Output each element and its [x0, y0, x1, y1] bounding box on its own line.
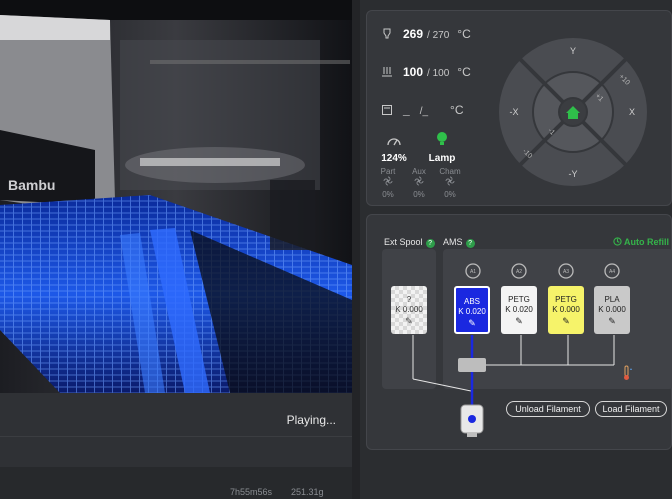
bed-temp-current: 100 [403, 65, 424, 79]
jog-y-plus[interactable]: Y [570, 46, 576, 56]
panel-divider [352, 0, 360, 499]
fan-icon [414, 176, 424, 186]
chamber-fan-label: Cham [439, 167, 461, 176]
nozzle-icon [383, 28, 391, 39]
speedometer-icon [387, 138, 401, 146]
jog-pad: Y -Y -X X +10 +1 -1 -10 [499, 38, 647, 186]
aux-fan[interactable]: Aux 0% [404, 167, 434, 199]
chamber-temp-target[interactable]: /_ [420, 106, 428, 117]
aux-fan-value: 0% [413, 190, 425, 199]
ams-hub [458, 358, 486, 372]
unload-filament-button[interactable]: Unload Filament [506, 401, 590, 417]
fan-icon [383, 176, 393, 186]
lamp-toggle[interactable]: Lamp [427, 131, 457, 164]
control-panel: 269 / 270 °C 100 / 100 °C _ /_ °C 124% L… [360, 0, 672, 499]
part-fan-label: Part [380, 167, 396, 176]
lamp-label: Lamp [428, 153, 456, 164]
print-speed-value: 124% [381, 153, 407, 164]
ams-panel: Ext Spool? AMS? Auto Refill ? K 0.000 ✎ … [366, 214, 672, 450]
aux-fan-label: Aux [412, 167, 426, 176]
temperature-motion-panel: 269 / 270 °C 100 / 100 °C _ /_ °C 124% L… [366, 10, 672, 206]
lamp-icon [437, 132, 447, 145]
bed-temp-row[interactable]: 100 / 100 °C [381, 65, 471, 79]
bed-temp-target[interactable]: / 100 [427, 68, 449, 79]
nozzle-temp-row[interactable]: 269 / 270 °C [381, 27, 471, 41]
svg-text:Bambu: Bambu [8, 177, 55, 193]
fan-icon [445, 176, 455, 186]
remaining-time: 7h55m56s [230, 487, 273, 497]
video-status-bar: Playing... [0, 393, 352, 437]
chamber-fan[interactable]: Cham 0% [435, 167, 465, 199]
nozzle-temp-target[interactable]: / 270 [427, 30, 449, 41]
load-filament-button[interactable]: Load Filament [595, 401, 667, 417]
nozzle-temp-current: 269 [403, 27, 424, 41]
jog-y-minus[interactable]: -Y [569, 169, 578, 179]
jog-x-plus[interactable]: X [629, 107, 635, 117]
printer-monitor: Bambu Playing... 7h55m56s 251.31g 269 / … [0, 0, 672, 499]
part-fan[interactable]: Part 0% [373, 167, 403, 199]
chamber-temp-row[interactable]: _ /_ °C [381, 103, 464, 117]
chamber-fan-value: 0% [444, 190, 456, 199]
part-fan-value: 0% [382, 190, 394, 199]
jog-x-minus[interactable]: -X [510, 107, 519, 117]
print-speed[interactable]: 124% [379, 133, 409, 164]
filament-weight: 251.31g [291, 487, 324, 497]
camera-frame: Bambu [0, 0, 352, 393]
chamber-icon [382, 105, 392, 115]
bed-temp-unit: °C [457, 65, 471, 79]
heatbed-icon [382, 67, 392, 77]
playback-status: Playing... [286, 413, 336, 427]
chamber-temp-current: _ [403, 103, 410, 117]
nozzle-temp-unit: °C [457, 27, 471, 41]
chamber-temp-unit: °C [450, 103, 464, 117]
camera-view: Bambu [0, 0, 352, 393]
